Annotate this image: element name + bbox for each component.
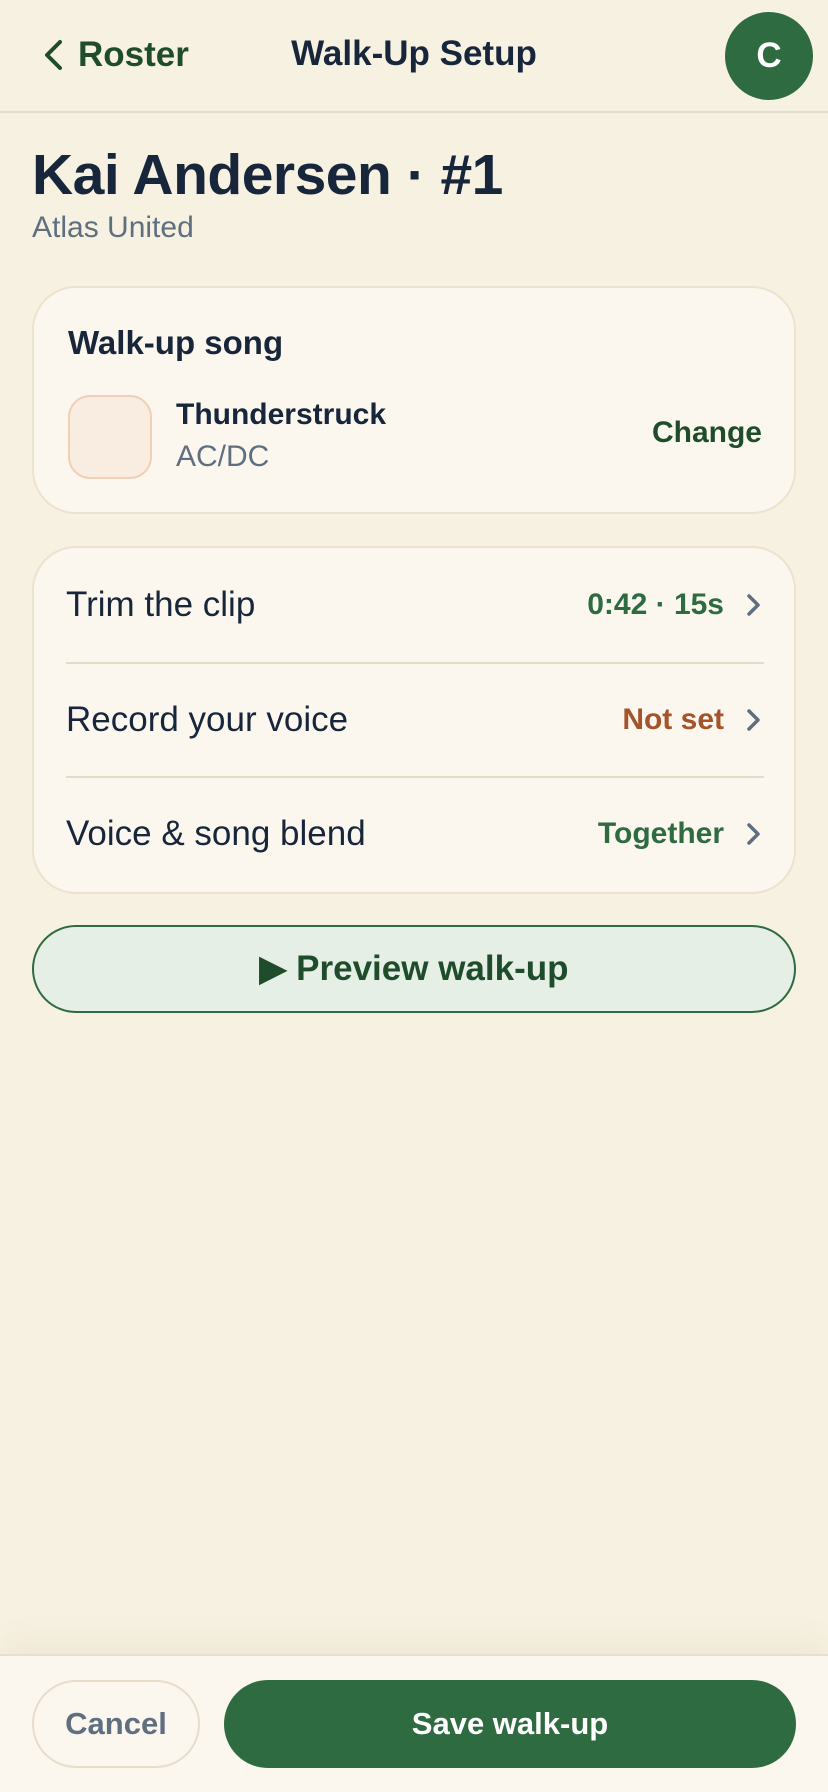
settings-card: Trim the clip 0:42 · 15s Record your voi… [32,546,796,894]
row-value-group: Together [598,817,764,851]
trim-clip-row[interactable]: Trim the clip 0:42 · 15s [66,548,764,662]
chevron-left-icon [45,40,62,70]
walk-up-song-card: Walk-up song Thunderstruck AC/DC Change [32,286,796,514]
row-label: Trim the clip [66,585,256,624]
save-walk-up-button[interactable]: Save walk-up [224,1680,796,1768]
song-artist: AC/DC [176,440,270,473]
chevron-right-icon [747,823,760,845]
record-voice-row[interactable]: Record your voice Not set [66,662,764,776]
blend-value: Together [597,817,724,850]
chevron-right-icon [747,594,760,616]
change-song-button[interactable]: Change [652,416,762,450]
player-name: Kai Andersen · #1 [32,143,503,207]
row-label: Voice & song blend [66,814,366,853]
team-name: Atlas United [32,211,194,244]
row-label: Record your voice [66,700,349,739]
bottom-action-bar: Cancel Save walk-up [0,1654,828,1792]
cancel-button[interactable]: Cancel [32,1680,200,1768]
row-value-group: 0:42 · 15s [587,588,764,622]
avatar[interactable]: C [725,12,813,100]
trim-clip-value: 0:42 · 15s [587,588,724,621]
record-voice-status: Not set [622,703,724,736]
top-bar: Roster Walk-Up Setup C [0,0,828,113]
back-button[interactable]: Roster [40,30,189,80]
voice-song-blend-row[interactable]: Voice & song blend Together [66,776,764,890]
song-title: Thunderstruck [176,398,387,431]
chevron-right-icon [747,709,760,731]
row-value-group: Not set [622,703,764,737]
album-art-placeholder [68,395,152,479]
back-button-label: Roster [78,35,189,74]
preview-walk-up-button[interactable]: ▶ Preview walk-up [32,925,796,1013]
song-card-title: Walk-up song [68,324,284,361]
